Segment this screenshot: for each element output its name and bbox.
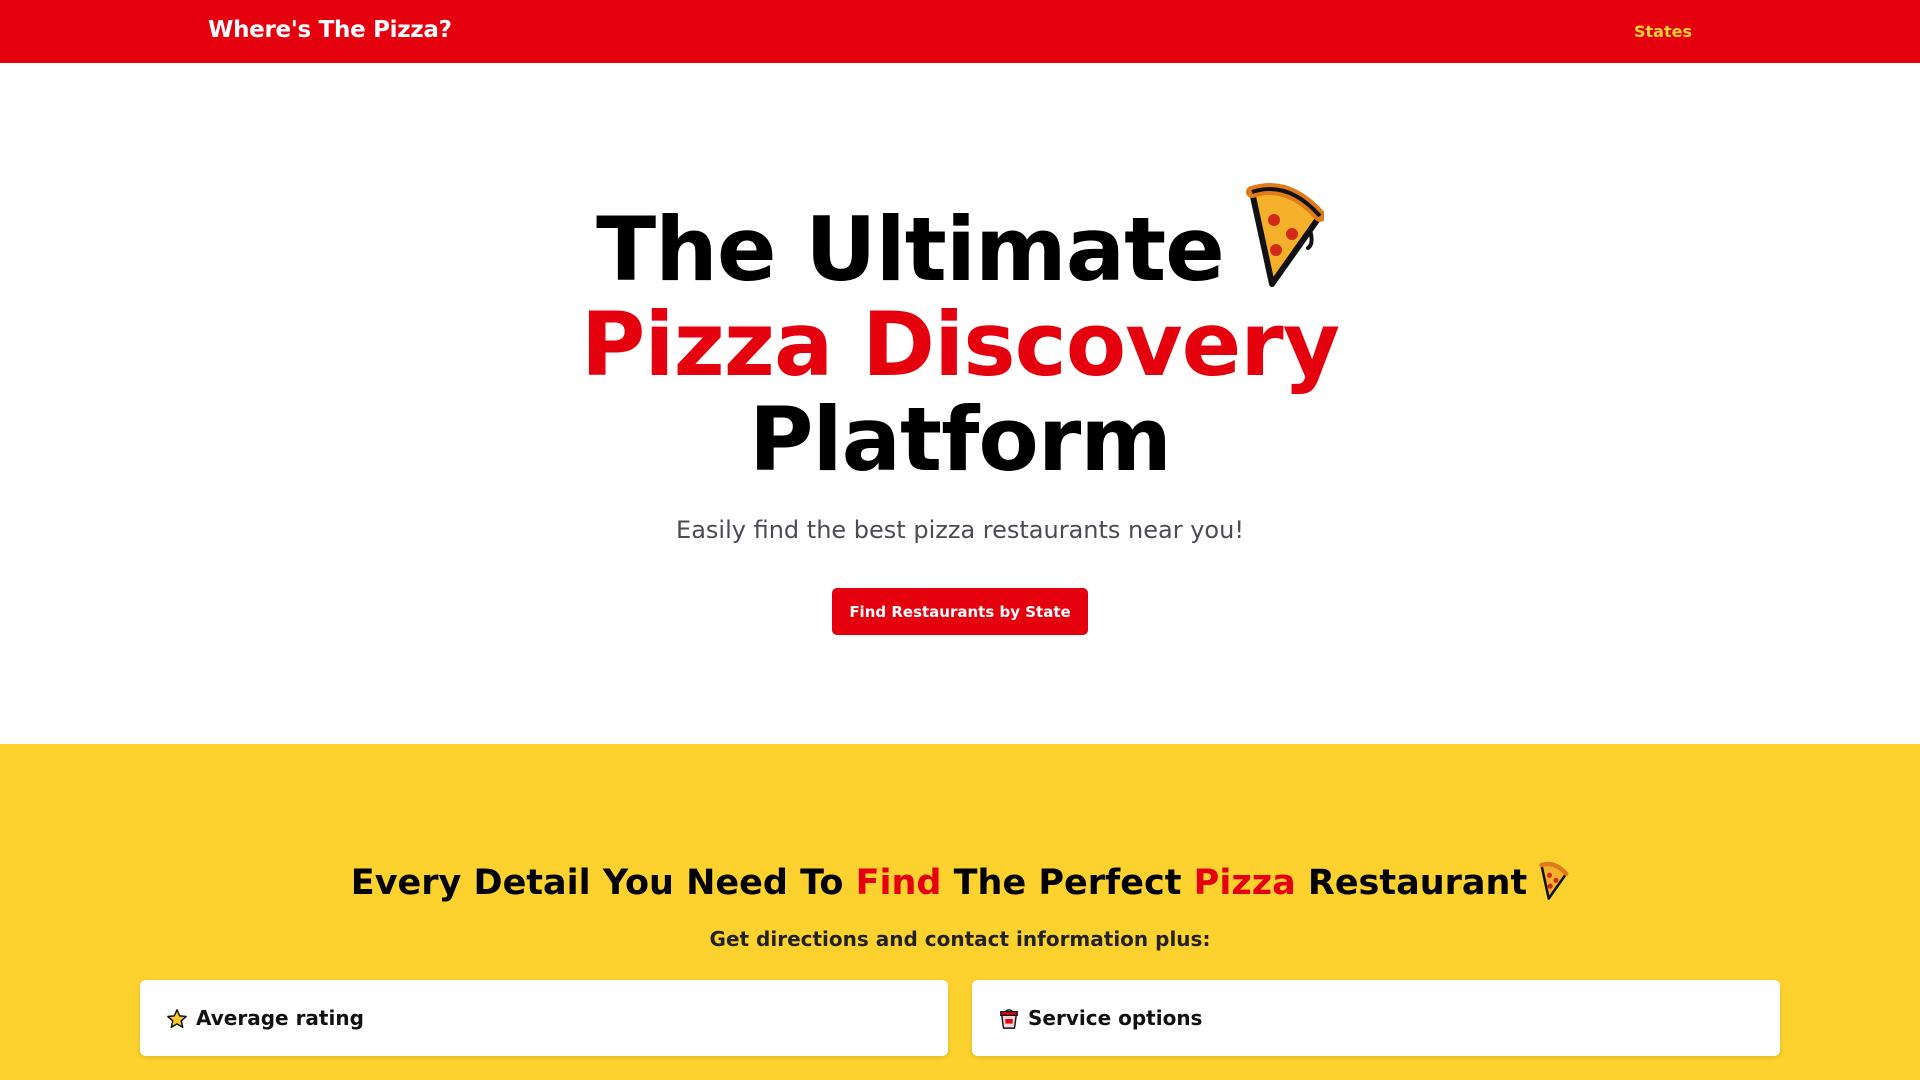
features-subtitle: Get directions and contact information p… xyxy=(709,927,1211,951)
star-icon xyxy=(166,1008,188,1030)
hero-section: The Ultimate Pizza Discovery Platform Ea… xyxy=(0,63,1920,744)
features-title-find: Find xyxy=(855,863,942,903)
nav-link-states[interactable]: States xyxy=(1634,22,1692,41)
feature-card-label: Service options xyxy=(1028,1006,1203,1030)
find-restaurants-by-state-button[interactable]: Find Restaurants by State xyxy=(832,588,1088,635)
pizza-slice-icon xyxy=(1238,178,1326,288)
hero-subtitle: Easily find the best pizza restaurants n… xyxy=(676,516,1244,544)
hero-title-line-2: Pizza Discovery xyxy=(580,293,1340,396)
features-title-part-2: The Perfect xyxy=(941,863,1194,903)
top-navbar: Where's The Pizza? States xyxy=(0,0,1920,63)
features-title-part-1: Every Detail You Need To xyxy=(350,863,856,903)
pizza-slice-icon xyxy=(1535,860,1569,900)
hero-title: The Ultimate Pizza Discovery Platform xyxy=(0,178,1920,487)
features-title-part-3: Restaurant xyxy=(1295,863,1528,903)
feature-card-label: Average rating xyxy=(196,1006,364,1030)
features-title: Every Detail You Need To Find The Perfec… xyxy=(0,860,1920,903)
hero-title-line-1: The Ultimate xyxy=(596,198,1225,301)
feature-card-average-rating: Average rating xyxy=(140,980,948,1056)
brand-logo-link[interactable]: Where's The Pizza? xyxy=(208,17,452,43)
features-title-pizza: Pizza xyxy=(1193,863,1296,903)
feature-card-service-options: Service options xyxy=(972,980,1780,1056)
hero-title-line-3: Platform xyxy=(749,388,1172,491)
takeout-box-icon xyxy=(998,1008,1020,1030)
features-section: Every Detail You Need To Find The Perfec… xyxy=(0,744,1920,1080)
